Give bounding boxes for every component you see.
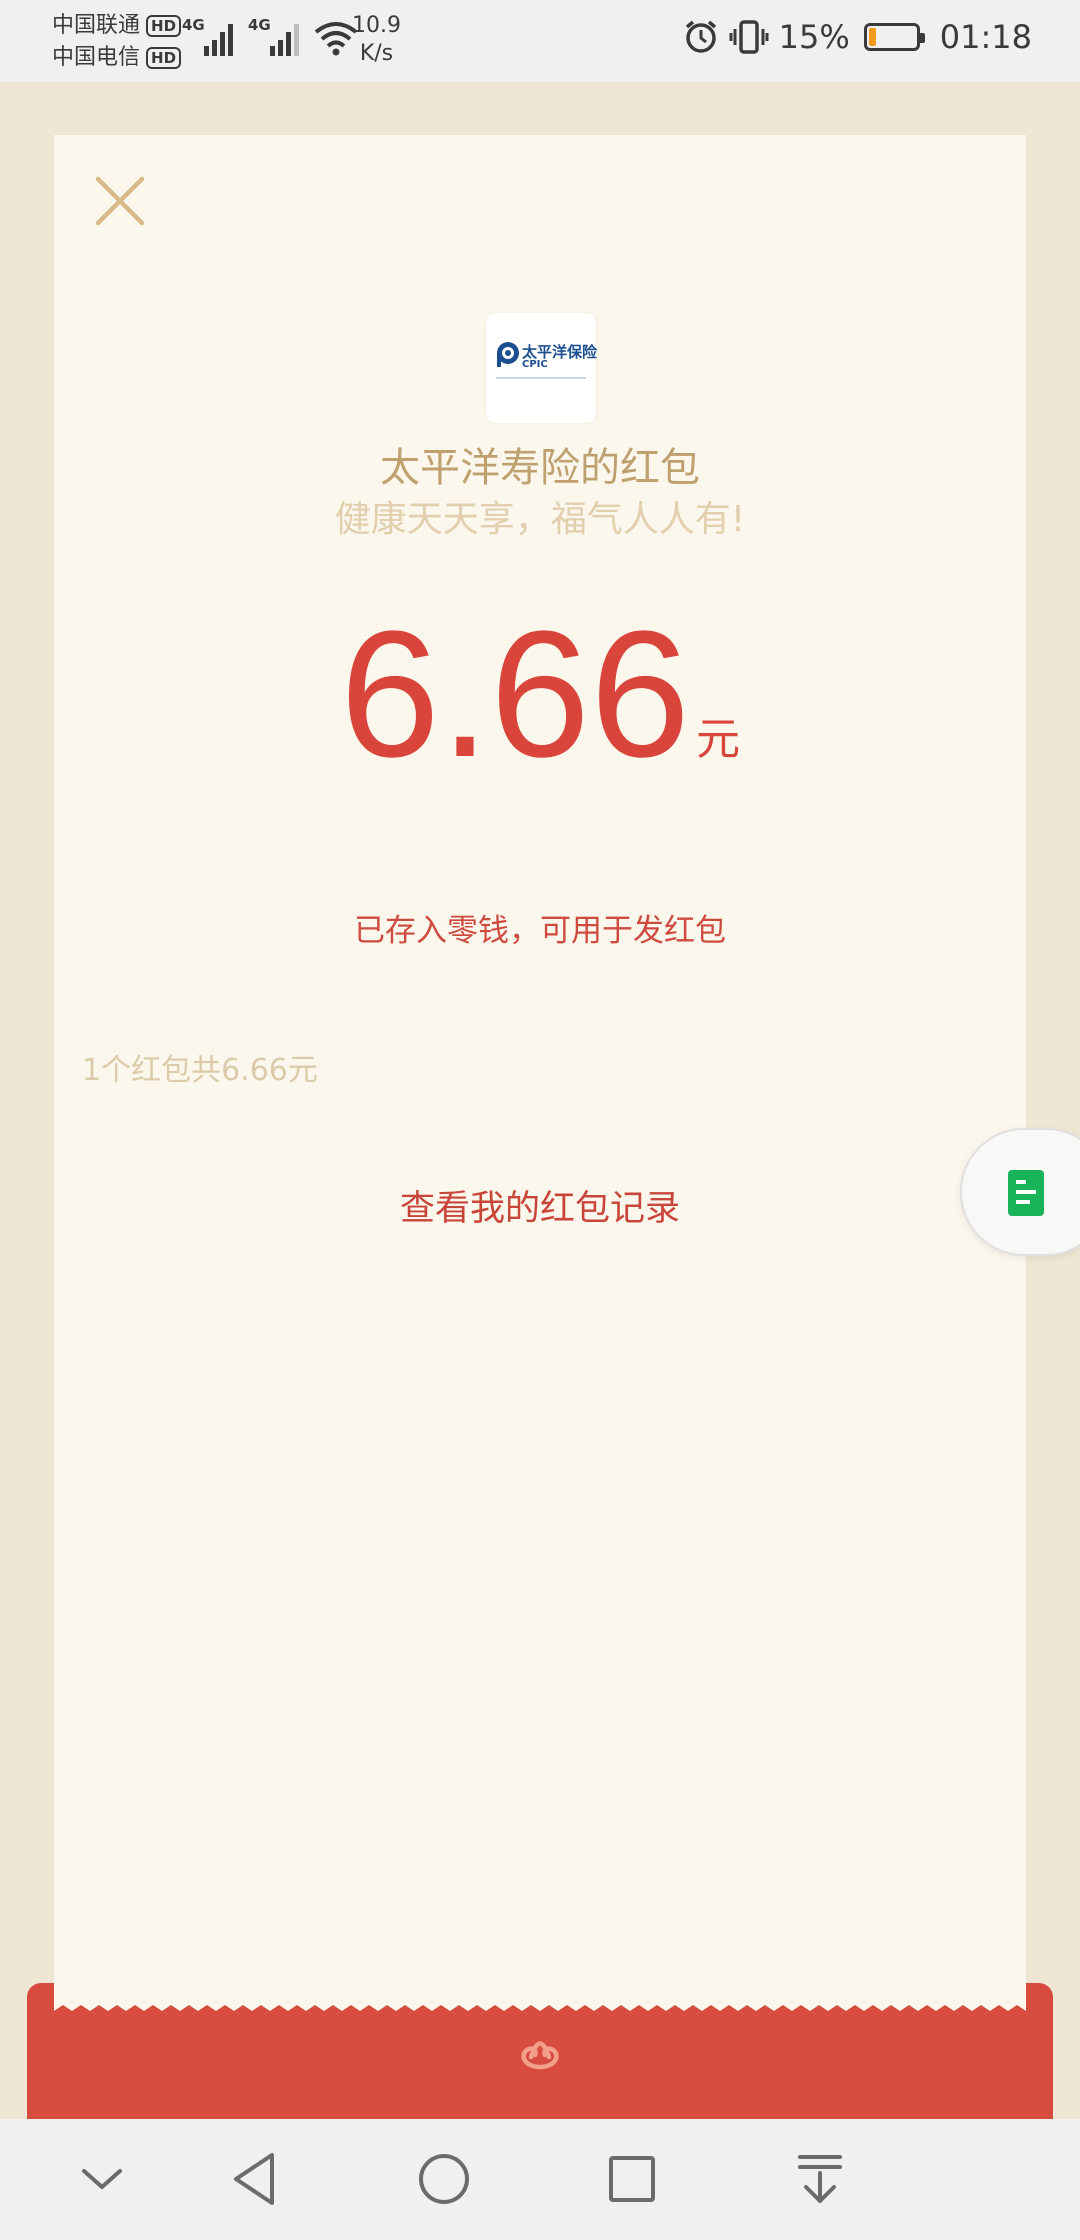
sender-logo: 太平洋保险 CPIC <box>486 313 597 423</box>
document-icon <box>1008 1170 1044 1216</box>
recents-icon[interactable] <box>602 2149 662 2209</box>
hd-badge: HD <box>146 15 182 37</box>
blessing-text: 健康天天享，福气人人有! <box>334 499 746 540</box>
network-icons: 4G 4G <box>182 16 358 60</box>
status-bar: 中国联通 HD 中国电信 HD 4G 4G 10.9 K/s 15% 01:18 <box>0 0 1080 82</box>
back-icon[interactable] <box>226 2149 286 2209</box>
stored-note: 已存入零钱，可用于发红包 <box>354 913 726 949</box>
home-icon[interactable] <box>414 2149 474 2209</box>
view-records-link[interactable]: 查看我的红包记录 <box>54 1180 1026 1231</box>
amount-row: 6.66 元 <box>54 595 1026 795</box>
chevron-down-icon[interactable] <box>72 2149 132 2209</box>
status-right: 15% 01:18 <box>683 18 1032 56</box>
signal-icon: 4G <box>248 16 304 60</box>
carrier-2: 中国电信 <box>52 45 141 70</box>
amount-unit: 元 <box>696 714 741 765</box>
sender-name: 太平洋寿险的红包 <box>380 445 700 491</box>
floating-note-button[interactable] <box>960 1128 1080 1256</box>
network-speed: 10.9 K/s <box>352 13 401 66</box>
vibrate-icon <box>729 20 769 54</box>
amount-value: 6.66 <box>339 594 691 795</box>
packet-summary: 1个红包共6.66元 <box>82 1053 318 1088</box>
signal-icon: 4G <box>182 16 238 60</box>
battery-percent: 15% <box>778 18 850 56</box>
carrier-info: 中国联通 HD 中国电信 HD <box>52 10 182 74</box>
clock: 01:18 <box>939 18 1032 56</box>
system-nav-bar <box>0 2119 1080 2240</box>
envelope-bottom <box>27 1983 1053 2119</box>
hd-badge: HD <box>146 47 182 69</box>
envelope-edge <box>54 1983 1026 2011</box>
logo-sub: CPIC <box>522 359 548 370</box>
red-packet-card: 太平洋保险 CPIC 太平洋寿险的红包 健康天天享，福气人人有! 6.66 元 已… <box>54 135 1026 2035</box>
close-icon[interactable] <box>92 173 148 229</box>
battery-level <box>868 28 876 46</box>
alarm-icon <box>685 20 716 53</box>
battery-icon <box>863 23 925 51</box>
cloud-emblem-icon <box>521 2041 559 2070</box>
notification-pull-icon[interactable] <box>790 2149 850 2209</box>
carrier-1: 中国联通 <box>52 13 141 38</box>
